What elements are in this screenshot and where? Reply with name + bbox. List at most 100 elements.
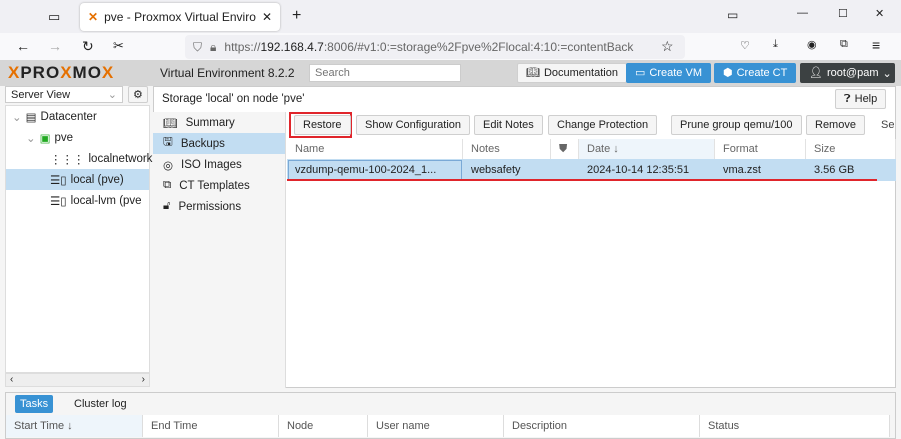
url-rest: :8006/#v1:0:=storage%2Fpve%2Flocal:4:10:… xyxy=(323,40,634,54)
tree-item-localnetwork[interactable]: ⋮⋮⋮ localnetwork (p xyxy=(6,148,166,169)
edit-notes-button[interactable]: Edit Notes xyxy=(474,115,543,135)
prune-group-button[interactable]: Prune group qemu/100 xyxy=(671,115,802,135)
create-ct-label: Create CT xyxy=(736,67,788,79)
version-label: Virtual Environment 8.2.2 xyxy=(160,66,295,80)
node-online-icon: ▣ xyxy=(39,132,51,145)
backup-date: 2024-10-14 12:35:51 xyxy=(587,164,690,176)
column-end-time[interactable]: End Time xyxy=(143,415,279,437)
shield-icon: ⛉ xyxy=(193,39,203,54)
nav-label: ISO Images xyxy=(181,158,242,171)
back-icon[interactable]: ← xyxy=(16,38,30,54)
storage-icon: ☰▯ xyxy=(50,174,67,187)
reload-icon[interactable]: ↻ xyxy=(82,38,94,55)
tree-label: local-lvm (pve xyxy=(70,194,142,207)
user-menu-button[interactable]: 👤︎ root@pam ⌄ xyxy=(800,63,895,83)
column-start-time[interactable]: Start Time ↓ xyxy=(6,415,143,437)
change-protection-label: Change Protection xyxy=(557,119,649,131)
storage-nav: 📖︎ Summary 🖫 Backups ◎ ISO Images ⧉ CT Templ… xyxy=(153,112,286,388)
column-name[interactable]: Name xyxy=(287,139,463,159)
backup-format: vma.zst xyxy=(723,164,761,176)
extensions-icon[interactable]: ⧉ xyxy=(840,38,848,51)
settings-button[interactable]: ⚙ xyxy=(128,86,148,103)
server-view-label: Server View xyxy=(11,88,71,101)
column-user-name[interactable]: User name xyxy=(368,415,504,437)
tab-list-icon[interactable]: ▭ xyxy=(48,9,60,25)
documentation-button[interactable]: 📖︎ Documentation xyxy=(517,63,627,83)
tree-item-datacenter[interactable]: ⌄ ▤ Datacenter xyxy=(6,106,149,127)
proxmox-favicon-icon: ✕ xyxy=(88,10,99,24)
tree-label: Datacenter xyxy=(40,110,97,123)
bookmark-star-icon[interactable]: ☆ xyxy=(661,38,674,55)
restore-button[interactable]: Restore xyxy=(294,115,351,135)
user-label: root@pam xyxy=(826,67,879,79)
lock-icon: 🔒︎ xyxy=(210,39,217,54)
close-window-icon[interactable]: ✕ xyxy=(875,7,884,20)
search-label-partial: Se xyxy=(881,119,895,131)
url-bar[interactable]: ⛉ 🔒︎ https://192.168.4.7:8006/#v1:0:=sto… xyxy=(185,35,685,59)
column-node[interactable]: Node xyxy=(279,415,368,437)
edit-notes-label: Edit Notes xyxy=(483,119,534,131)
search-input[interactable] xyxy=(309,64,461,82)
help-button[interactable]: ❓︎ Help xyxy=(835,89,887,109)
backup-name: vzdump-qemu-100-2024_1... xyxy=(295,164,437,176)
tree-label: local (pve) xyxy=(70,173,124,186)
nav-iso-images[interactable]: ◎ ISO Images xyxy=(153,154,285,175)
backup-notes: websafety xyxy=(471,164,521,176)
column-size[interactable]: Size xyxy=(806,139,896,159)
maximize-icon[interactable]: ☐ xyxy=(838,7,848,20)
user-icon: 👤︎ xyxy=(809,66,823,79)
screenshot-icon[interactable]: ✂ xyxy=(113,38,124,54)
column-date[interactable]: Date ↓ xyxy=(579,139,715,159)
server-view-select[interactable]: Server View ⌄ xyxy=(5,86,123,103)
nav-label: Backups xyxy=(180,137,225,150)
resource-tree: ⌄ ▤ Datacenter ⌄ ▣ pve ⋮⋮⋮ localnetwork (p ☰▯… xyxy=(5,105,166,373)
remove-button[interactable]: Remove xyxy=(806,115,865,135)
tab-tasks[interactable]: Tasks xyxy=(15,395,54,413)
column-status[interactable]: Status xyxy=(700,415,890,437)
window-icon[interactable]: ▭ xyxy=(727,8,738,22)
backup-size: 3.56 GB xyxy=(814,164,855,176)
column-format[interactable]: Format xyxy=(715,139,806,159)
help-label: Help xyxy=(854,93,878,105)
tree-horizontal-scrollbar[interactable]: ‹ › xyxy=(5,373,150,387)
column-description[interactable]: Description xyxy=(504,415,700,437)
chevron-down-icon: ⌄ xyxy=(107,89,117,101)
account-icon[interactable]: ◉ xyxy=(807,38,817,51)
pocket-icon[interactable]: ♡ xyxy=(740,39,750,52)
help-icon: ❓︎ xyxy=(844,92,851,105)
minimize-icon[interactable]: — xyxy=(797,7,808,19)
create-ct-button[interactable]: ⬢ Create CT xyxy=(714,63,797,83)
monitor-icon: ▭ xyxy=(635,66,646,79)
new-tab-icon[interactable]: + xyxy=(292,7,301,25)
book-icon: 📖︎ xyxy=(163,117,178,130)
download-icon[interactable]: ⤓ xyxy=(773,38,778,51)
shield-icon: ⛊ xyxy=(559,142,568,155)
tree-item-local-lvm[interactable]: ☰▯ local-lvm (pve xyxy=(6,190,149,211)
nav-label: Permissions xyxy=(178,200,242,213)
browser-tab[interactable]: ✕ pve - Proxmox Virtual Environm ✕ xyxy=(80,3,280,31)
storage-icon: ☰▯ xyxy=(50,195,67,208)
unlock-icon: 🔓︎ xyxy=(163,200,171,212)
change-protection-button[interactable]: Change Protection xyxy=(548,115,658,135)
floppy-icon: 🖫 xyxy=(163,136,173,148)
proxmox-logo: XPROXMOX xyxy=(8,63,115,82)
create-vm-button[interactable]: ▭ Create VM xyxy=(626,63,711,83)
nav-summary[interactable]: 📖︎ Summary xyxy=(153,112,285,133)
tree-item-pve[interactable]: ⌄ ▣ pve xyxy=(6,127,149,148)
show-configuration-button[interactable]: Show Configuration xyxy=(356,115,471,135)
tree-label: pve xyxy=(54,131,74,144)
nav-permissions[interactable]: 🔓︎ Permissions xyxy=(153,196,285,217)
chevron-down-icon: ⌄ xyxy=(882,67,892,80)
forward-icon[interactable]: → xyxy=(48,38,62,54)
tab-title: pve - Proxmox Virtual Environm xyxy=(104,10,256,24)
column-protected[interactable]: ⛊ xyxy=(551,139,579,159)
tab-cluster-log[interactable]: Cluster log xyxy=(74,398,127,410)
tree-item-local[interactable]: ☰▯ local (pve) xyxy=(6,169,149,190)
close-tab-icon[interactable]: ✕ xyxy=(262,10,272,24)
menu-icon[interactable]: ≡ xyxy=(872,37,880,53)
nav-ct-templates[interactable]: ⧉ CT Templates xyxy=(153,175,285,196)
book-icon: 📖︎ xyxy=(526,66,540,79)
documentation-label: Documentation xyxy=(543,67,618,79)
nav-backups[interactable]: 🖫 Backups xyxy=(153,133,285,154)
column-notes[interactable]: Notes xyxy=(463,139,551,159)
